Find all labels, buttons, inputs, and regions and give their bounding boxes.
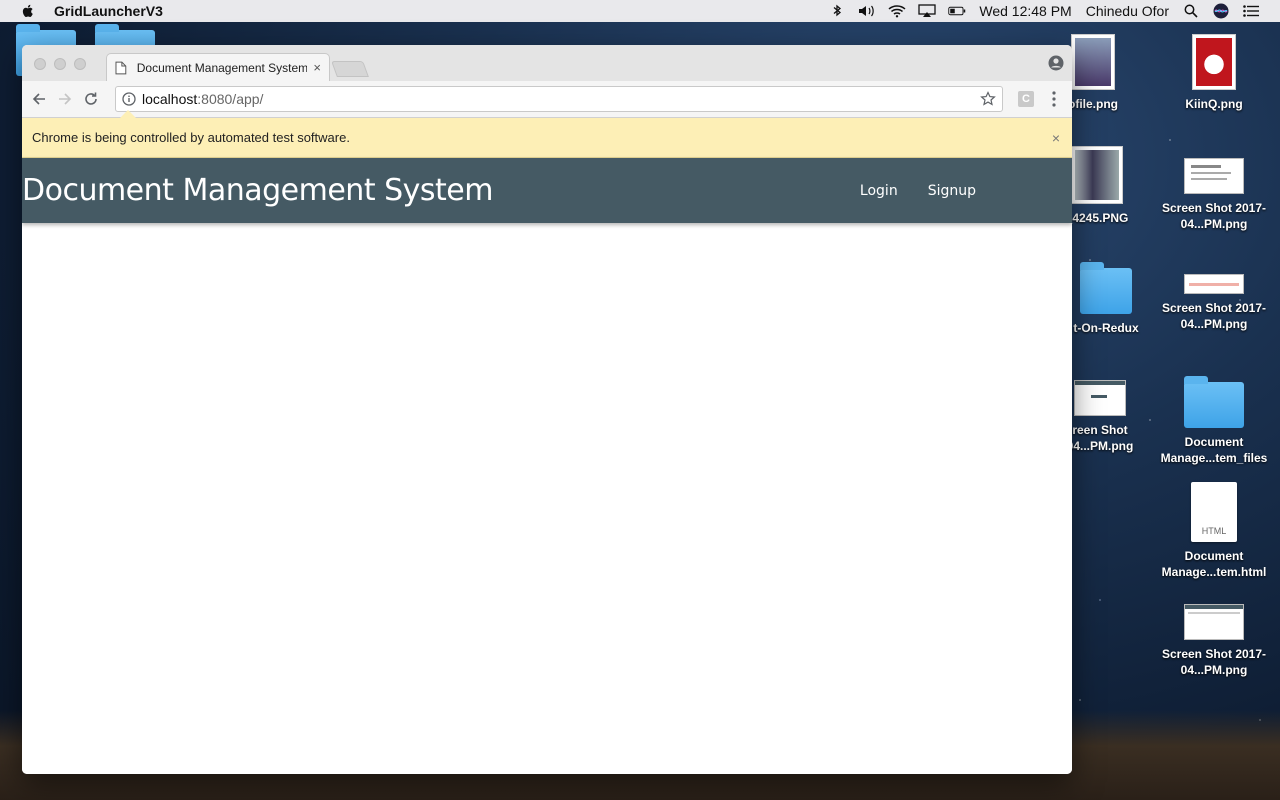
menu-bar: GridLauncherV3 Wed 12:48 PM Chinedu Ofor <box>0 0 1280 22</box>
close-window-button[interactable] <box>34 58 46 70</box>
tab-strip: Document Management System × <box>22 45 1072 81</box>
desktop-icon-label: Screen Shot 2017-04...PM.png <box>1161 647 1267 677</box>
minimize-window-button[interactable] <box>54 58 66 70</box>
info-icon[interactable] <box>122 92 136 106</box>
notification-center-icon[interactable] <box>1242 3 1260 19</box>
html-file-icon: HTML <box>1191 482 1237 542</box>
apple-icon[interactable] <box>20 3 36 19</box>
screenshot-thumbnail-icon <box>1184 604 1244 640</box>
nav-links: Login Signup <box>830 158 976 223</box>
address-bar[interactable]: localhost:8080/app/ <box>115 86 1003 112</box>
window-controls <box>34 58 94 70</box>
url-path: :8080/app/ <box>197 91 264 107</box>
new-tab-button[interactable] <box>331 61 369 77</box>
infobar-message: Chrome is being controlled by automated … <box>32 130 350 145</box>
tab-close-button[interactable]: × <box>313 60 321 75</box>
arrow-left-icon <box>32 93 45 105</box>
app-brand[interactable]: Document Management System <box>22 173 493 208</box>
photo-thumbnail-icon <box>1071 34 1115 90</box>
battery-icon[interactable] <box>948 3 966 19</box>
folder-icon <box>1184 376 1244 428</box>
app-navbar: Document Management System Login Signup <box>22 158 1072 223</box>
desktop-icon-label: Screen Shot 2017-04...PM.png <box>1161 301 1267 331</box>
zoom-window-button[interactable] <box>74 58 86 70</box>
desktop-icon-dms-html[interactable]: HTML Document Manage...tem.html <box>1154 482 1274 580</box>
bluetooth-icon[interactable] <box>828 3 846 19</box>
desktop-icon-label: Screen Shot 2017-04...PM.png <box>1161 201 1267 231</box>
profile-icon[interactable] <box>1048 55 1064 71</box>
more-menu-icon[interactable] <box>1050 90 1058 108</box>
automation-infobar: Chrome is being controlled by automated … <box>22 110 1072 158</box>
tab-title: Document Management System <box>136 60 308 75</box>
page-icon <box>115 61 127 74</box>
menubar-clock[interactable]: Wed 12:48 PM <box>979 3 1071 19</box>
spotlight-search-icon[interactable] <box>1182 3 1200 19</box>
photo-thumbnail-icon <box>1192 34 1236 90</box>
reload-button[interactable] <box>82 90 100 108</box>
screenshot-thumbnail-icon <box>1184 274 1244 294</box>
active-app-name[interactable]: GridLauncherV3 <box>54 3 163 19</box>
bookmark-star-icon[interactable] <box>980 91 996 107</box>
reload-icon <box>85 92 97 105</box>
url-text: localhost:8080/app/ <box>142 91 263 107</box>
browser-toolbar: localhost:8080/app/ C <box>22 81 1072 118</box>
menubar-user[interactable]: Chinedu Ofor <box>1086 3 1169 19</box>
siri-icon[interactable] <box>1212 3 1230 19</box>
infobar-close-button[interactable]: × <box>1052 130 1060 146</box>
desktop-icon-screenshot-4[interactable]: Screen Shot 2017-04...PM.png <box>1154 604 1274 678</box>
volume-icon[interactable] <box>858 3 876 19</box>
browser-window: Document Management System × localhost:8… <box>22 45 1072 774</box>
tab-document-management-system[interactable]: Document Management System × <box>106 53 330 81</box>
screenshot-thumbnail-icon <box>1074 380 1126 416</box>
folder-icon <box>1080 262 1132 314</box>
wifi-icon[interactable] <box>888 3 906 19</box>
html-file-badge: HTML <box>1201 526 1227 536</box>
desktop-icon-label: Document Manage...tem_files <box>1160 435 1268 465</box>
photo-thumbnail-icon <box>1071 146 1123 204</box>
desktop-icon-kiinq-png[interactable]: KiinQ.png <box>1154 34 1274 112</box>
airplay-icon[interactable] <box>918 3 937 19</box>
arrow-right-icon <box>59 93 72 105</box>
login-link[interactable]: Login <box>860 183 898 199</box>
desktop-icon-label: Document Manage...tem.html <box>1161 549 1267 579</box>
back-button[interactable] <box>30 90 48 108</box>
extension-icon[interactable]: C <box>1018 91 1034 107</box>
menu-extras: Wed 12:48 PM Chinedu Ofor <box>822 0 1280 22</box>
app-content <box>22 223 1072 774</box>
forward-button[interactable] <box>56 90 74 108</box>
desktop-icon-screenshot-2[interactable]: Screen Shot 2017-04...PM.png <box>1154 274 1274 332</box>
screenshot-thumbnail-icon <box>1184 158 1244 194</box>
desktop-icon-dms-files-folder[interactable]: Document Manage...tem_files <box>1154 376 1274 466</box>
signup-link[interactable]: Signup <box>928 183 976 199</box>
desktop-icon-label: KiinQ.png <box>1185 97 1243 111</box>
desktop-icon-screenshot-1[interactable]: Screen Shot 2017-04...PM.png <box>1154 158 1274 232</box>
url-host: localhost <box>142 91 198 107</box>
